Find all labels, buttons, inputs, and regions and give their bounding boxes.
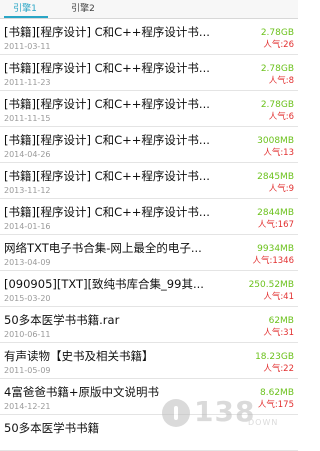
item-size: 8.62MB bbox=[260, 388, 294, 398]
item-size: 2.78GB bbox=[260, 28, 294, 38]
item-date: 2013-11-12 bbox=[4, 186, 51, 195]
item-title: [书籍][程序设计] C和C++程序设计书... bbox=[4, 205, 210, 219]
item-popularity: 人气:41 bbox=[263, 292, 294, 302]
list-item[interactable]: [书籍][程序设计] C和C++程序设计书... 2844MB 2014-01-… bbox=[0, 199, 298, 235]
item-date: 2011-11-23 bbox=[4, 78, 51, 87]
item-date: 2011-03-11 bbox=[4, 42, 51, 51]
item-size: 9934MB bbox=[257, 244, 294, 254]
item-date: 2014-04-26 bbox=[4, 150, 51, 159]
item-popularity: 人气:22 bbox=[263, 364, 294, 374]
item-size: 2845MB bbox=[257, 172, 294, 182]
list-item[interactable]: [书籍][程序设计] C和C++程序设计书... 2.78GB 2011-11-… bbox=[0, 91, 298, 127]
list-item[interactable]: [书籍][程序设计] C和C++程序设计书... 3008MB 2014-04-… bbox=[0, 127, 298, 163]
watermark-number: 138 bbox=[194, 395, 256, 428]
list-item[interactable]: [书籍][程序设计] C和C++程序设计书... 2.78GB 2011-03-… bbox=[0, 19, 298, 55]
item-popularity: 人气:9 bbox=[268, 184, 294, 194]
item-date: 2013-04-09 bbox=[4, 258, 51, 267]
item-size: 3008MB bbox=[257, 136, 294, 146]
item-title: 有声读物【史书及相关书籍】 bbox=[4, 349, 154, 363]
item-title: [书籍][程序设计] C和C++程序设计书... bbox=[4, 25, 210, 39]
item-title: [书籍][程序设计] C和C++程序设计书... bbox=[4, 97, 210, 111]
item-title: [书籍][程序设计] C和C++程序设计书... bbox=[4, 169, 210, 183]
watermark-logo-icon bbox=[162, 399, 190, 427]
item-date: 2015-03-20 bbox=[4, 294, 51, 303]
item-size: 250.52MB bbox=[248, 280, 294, 290]
tab-engine-2[interactable]: 引擎2 bbox=[58, 0, 108, 18]
item-date: 2011-05-09 bbox=[4, 366, 51, 375]
item-popularity: 人气:13 bbox=[263, 148, 294, 158]
item-size: 2844MB bbox=[257, 208, 294, 218]
item-size: 18.23GB bbox=[255, 352, 294, 362]
item-date: 2010-06-11 bbox=[4, 330, 51, 339]
active-tab-indicator bbox=[4, 16, 48, 18]
item-title: [书籍][程序设计] C和C++程序设计书... bbox=[4, 61, 210, 75]
item-title: [书籍][程序设计] C和C++程序设计书... bbox=[4, 133, 210, 147]
item-popularity: 人气:8 bbox=[268, 76, 294, 86]
tab-bar: 引擎1 引擎2 bbox=[0, 0, 298, 19]
item-popularity: 人气:26 bbox=[263, 40, 294, 50]
list-item[interactable]: 网络TXT电子书合集-网上最全的电子... 9934MB 2013-04-09 … bbox=[0, 235, 298, 271]
list-item[interactable]: 50多本医学书书籍.rar 62MB 2010-06-11 人气:31 bbox=[0, 307, 298, 343]
item-size: 2.78GB bbox=[260, 64, 294, 74]
item-title: [090905][TXT][致纯书库合集_99其... bbox=[4, 277, 204, 291]
item-title: 50多本医学书书籍.rar bbox=[4, 313, 120, 327]
item-title: 网络TXT电子书合集-网上最全的电子... bbox=[4, 241, 202, 255]
item-size: 62MB bbox=[268, 316, 294, 326]
item-popularity: 人气:1346 bbox=[252, 256, 295, 266]
list-item[interactable]: 有声读物【史书及相关书籍】 18.23GB 2011-05-09 人气:22 bbox=[0, 343, 298, 379]
item-popularity: 人气:167 bbox=[257, 220, 294, 230]
list-item[interactable]: [书籍][程序设计] C和C++程序设计书... 2.78GB 2011-11-… bbox=[0, 55, 298, 91]
item-popularity: 人气:31 bbox=[263, 328, 294, 338]
item-date: 2011-11-15 bbox=[4, 114, 51, 123]
list-item[interactable]: [书籍][程序设计] C和C++程序设计书... 2845MB 2013-11-… bbox=[0, 163, 298, 199]
watermark-text: DOWN bbox=[248, 418, 279, 427]
list-item[interactable]: [090905][TXT][致纯书库合集_99其... 250.52MB 201… bbox=[0, 271, 298, 307]
item-popularity: 人气:6 bbox=[268, 112, 294, 122]
site-watermark: 138 DOWN bbox=[162, 395, 290, 429]
item-size: 2.78GB bbox=[260, 100, 294, 110]
item-date: 2014-12-21 bbox=[4, 402, 51, 411]
item-date: 2014-01-16 bbox=[4, 222, 51, 231]
